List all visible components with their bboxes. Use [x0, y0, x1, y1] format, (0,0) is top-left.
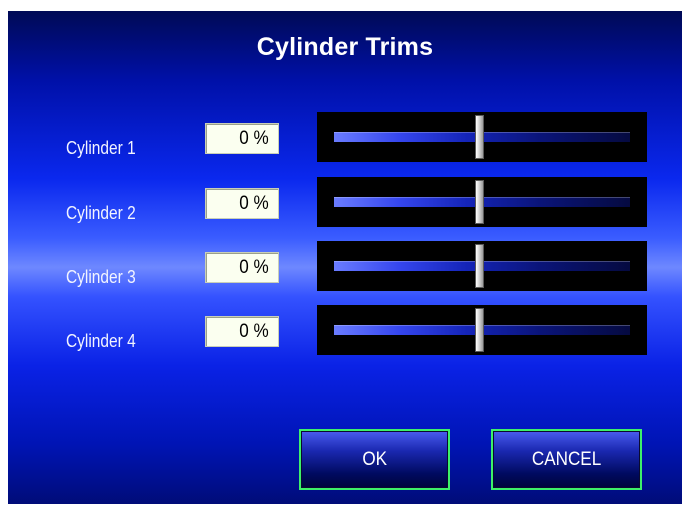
- cylinder-2-label: Cylinder 2: [66, 203, 136, 223]
- cylinder-trims-dialog: Cylinder Trims Cylinder 1 0 % Cylinder 2…: [8, 11, 682, 504]
- cylinder-1-label: Cylinder 1: [66, 138, 136, 158]
- cylinder-1-value-text: 0 %: [239, 127, 269, 149]
- cylinder-4-value-field[interactable]: 0 %: [205, 316, 279, 347]
- ok-button[interactable]: OK: [299, 429, 450, 490]
- cylinder-4-slider[interactable]: [317, 305, 647, 355]
- cylinder-2-value-text: 0 %: [239, 192, 269, 214]
- cancel-button-label: CANCEL: [531, 448, 602, 470]
- cylinder-3-slider[interactable]: [317, 241, 647, 291]
- cylinder-3-value-field[interactable]: 0 %: [205, 252, 279, 283]
- cylinder-3-value-text: 0 %: [239, 256, 269, 278]
- cancel-button[interactable]: CANCEL: [491, 429, 642, 490]
- cylinder-1-value-field[interactable]: 0 %: [205, 123, 279, 154]
- cylinder-3-label: Cylinder 3: [66, 267, 136, 287]
- cylinder-4-label: Cylinder 4: [66, 331, 136, 351]
- dialog-title: Cylinder Trims: [256, 33, 434, 61]
- cylinder-1-slider[interactable]: [317, 112, 647, 162]
- ok-button-label: OK: [362, 448, 387, 470]
- cylinder-4-slider-thumb[interactable]: [475, 308, 484, 352]
- cylinder-1-slider-thumb[interactable]: [475, 115, 484, 159]
- cylinder-2-slider[interactable]: [317, 177, 647, 227]
- cylinder-4-value-text: 0 %: [239, 320, 269, 342]
- cylinder-3-slider-thumb[interactable]: [475, 244, 484, 288]
- cylinder-2-slider-thumb[interactable]: [475, 180, 484, 224]
- cylinder-2-value-field[interactable]: 0 %: [205, 188, 279, 219]
